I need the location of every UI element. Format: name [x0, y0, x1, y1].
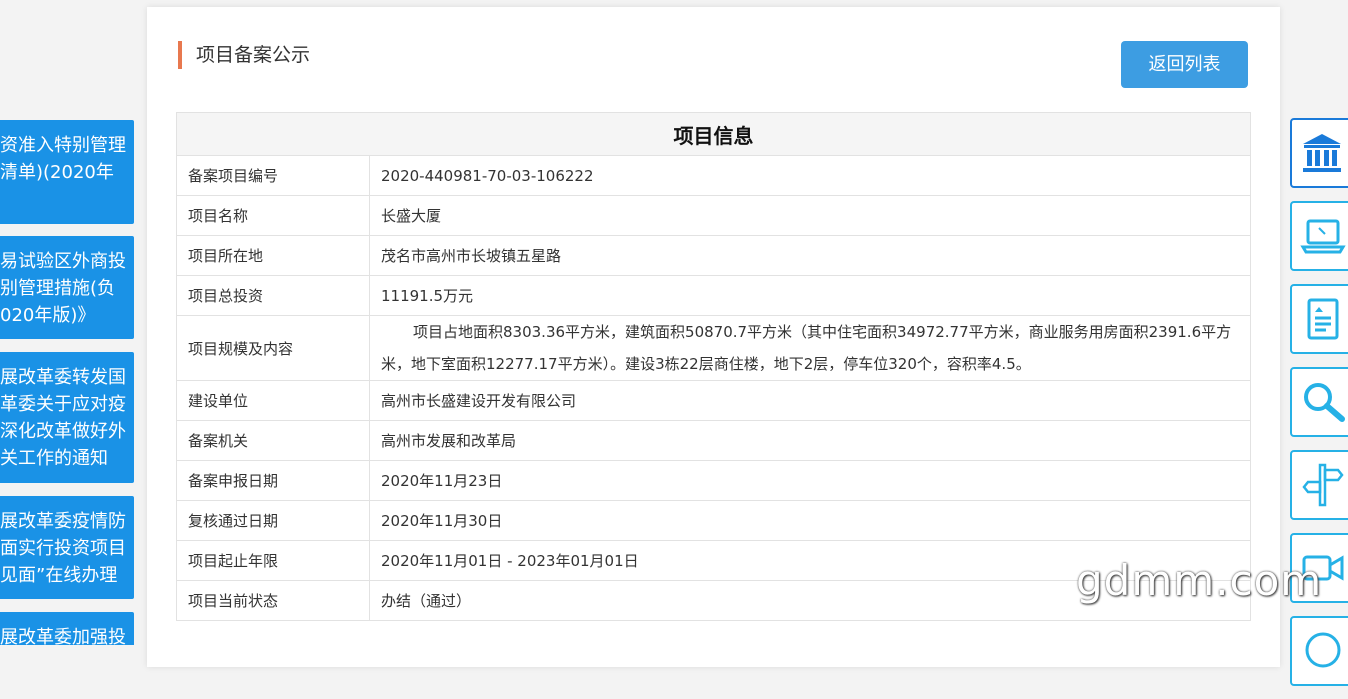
row-label: 项目规模及内容	[176, 315, 370, 381]
banner-line: 面实行投资项目	[0, 538, 126, 559]
row-label: 建设单位	[176, 380, 370, 421]
row-label: 复核通过日期	[176, 500, 370, 541]
table-row: 项目总投资 11191.5万元	[176, 275, 1251, 316]
video-camera-icon	[1302, 555, 1344, 581]
project-info-table: 项目信息 备案项目编号 2020-440981-70-03-106222 项目名…	[176, 112, 1251, 621]
row-value: 2020年11月01日 - 2023年01月01日	[369, 540, 1251, 581]
main-card: 项目备案公示 返回列表 项目信息 备案项目编号 2020-440981-70-0…	[147, 7, 1280, 667]
row-value: 办结（通过）	[369, 580, 1251, 621]
row-value: 长盛大厦	[369, 195, 1251, 236]
row-value: 2020年11月23日	[369, 460, 1251, 501]
table-row: 复核通过日期 2020年11月30日	[176, 500, 1251, 541]
banner-line: 别管理措施(负	[0, 278, 116, 299]
back-to-list-button[interactable]: 返回列表	[1121, 41, 1248, 88]
side-nav-government[interactable]	[1290, 118, 1348, 188]
banner-line: 易试验区外商投	[0, 251, 126, 272]
side-nav-guide[interactable]	[1290, 450, 1348, 520]
banner-line: 见面”在线办理	[0, 565, 118, 586]
left-banner-column: 资准入特别管理 清单)(2020年 易试验区外商投 别管理措施(负 020年版)…	[0, 0, 134, 645]
table-row: 项目名称 长盛大厦	[176, 195, 1251, 236]
banner-line: 展改革委疫情防	[0, 511, 126, 532]
banner-line: 关工作的通知	[0, 448, 108, 469]
row-value: 2020年11月30日	[369, 500, 1251, 541]
row-value: 高州市发展和改革局	[369, 420, 1251, 461]
magnifier-icon	[1304, 383, 1345, 422]
table-row: 项目所在地 茂名市高州市长坡镇五星路	[176, 235, 1251, 276]
table-row: 备案机关 高州市发展和改革局	[176, 420, 1251, 461]
side-nav-search[interactable]	[1290, 367, 1348, 437]
table-row: 项目规模及内容 项目占地面积8303.36平方米，建筑面积50870.7平方米（…	[176, 315, 1251, 381]
laptop-icon	[1300, 219, 1346, 254]
row-label: 项目起止年限	[176, 540, 370, 581]
row-value: 11191.5万元	[369, 275, 1251, 316]
banner-line: 革委关于应对疫	[0, 394, 126, 415]
side-nav-chat[interactable]	[1290, 616, 1348, 686]
table-row: 建设单位 高州市长盛建设开发有限公司	[176, 380, 1251, 421]
banner-link[interactable]: 展改革委加强投	[0, 612, 134, 645]
banner-link[interactable]: 易试验区外商投 别管理措施(负 020年版)》	[0, 236, 134, 339]
banner-line: 展改革委加强投	[0, 627, 126, 645]
row-value: 茂名市高州市长坡镇五星路	[369, 235, 1251, 276]
table-row: 项目起止年限 2020年11月01日 - 2023年01月01日	[176, 540, 1251, 581]
page-title: 项目备案公示	[178, 41, 310, 69]
row-value: 2020-440981-70-03-106222	[369, 155, 1251, 196]
table-caption: 项目信息	[176, 112, 1251, 156]
row-label: 项目名称	[176, 195, 370, 236]
side-nav-document[interactable]	[1290, 284, 1348, 354]
row-label: 备案申报日期	[176, 460, 370, 501]
banner-line: 清单)(2020年	[0, 162, 114, 183]
row-label: 备案项目编号	[176, 155, 370, 196]
row-label: 备案机关	[176, 420, 370, 461]
table-row: 备案项目编号 2020-440981-70-03-106222	[176, 155, 1251, 196]
table-row: 项目当前状态 办结（通过）	[176, 580, 1251, 621]
banner-line: 深化改革做好外	[0, 421, 126, 442]
side-nav	[1290, 118, 1348, 699]
row-label: 项目总投资	[176, 275, 370, 316]
side-nav-video[interactable]	[1290, 533, 1348, 603]
banner-link[interactable]: 资准入特别管理 清单)(2020年	[0, 120, 134, 224]
table-row: 备案申报日期 2020年11月23日	[176, 460, 1251, 501]
signpost-icon	[1302, 463, 1344, 507]
row-value: 高州市长盛建设开发有限公司	[369, 380, 1251, 421]
row-label: 项目所在地	[176, 235, 370, 276]
bank-icon	[1303, 134, 1341, 172]
banner-line: 展改革委转发国	[0, 367, 126, 388]
banner-link[interactable]: 展改革委疫情防 面实行投资项目 见面”在线办理	[0, 496, 134, 599]
row-value: 项目占地面积8303.36平方米，建筑面积50870.7平方米（其中住宅面积34…	[369, 315, 1251, 381]
side-nav-online-service[interactable]	[1290, 201, 1348, 271]
row-label: 项目当前状态	[176, 580, 370, 621]
banner-line: 020年版)》	[0, 305, 96, 326]
document-icon	[1307, 298, 1339, 340]
chat-icon	[1305, 632, 1341, 668]
banner-link[interactable]: 展改革委转发国 革委关于应对疫 深化改革做好外 关工作的通知	[0, 352, 134, 483]
banner-line: 资准入特别管理	[0, 135, 126, 156]
